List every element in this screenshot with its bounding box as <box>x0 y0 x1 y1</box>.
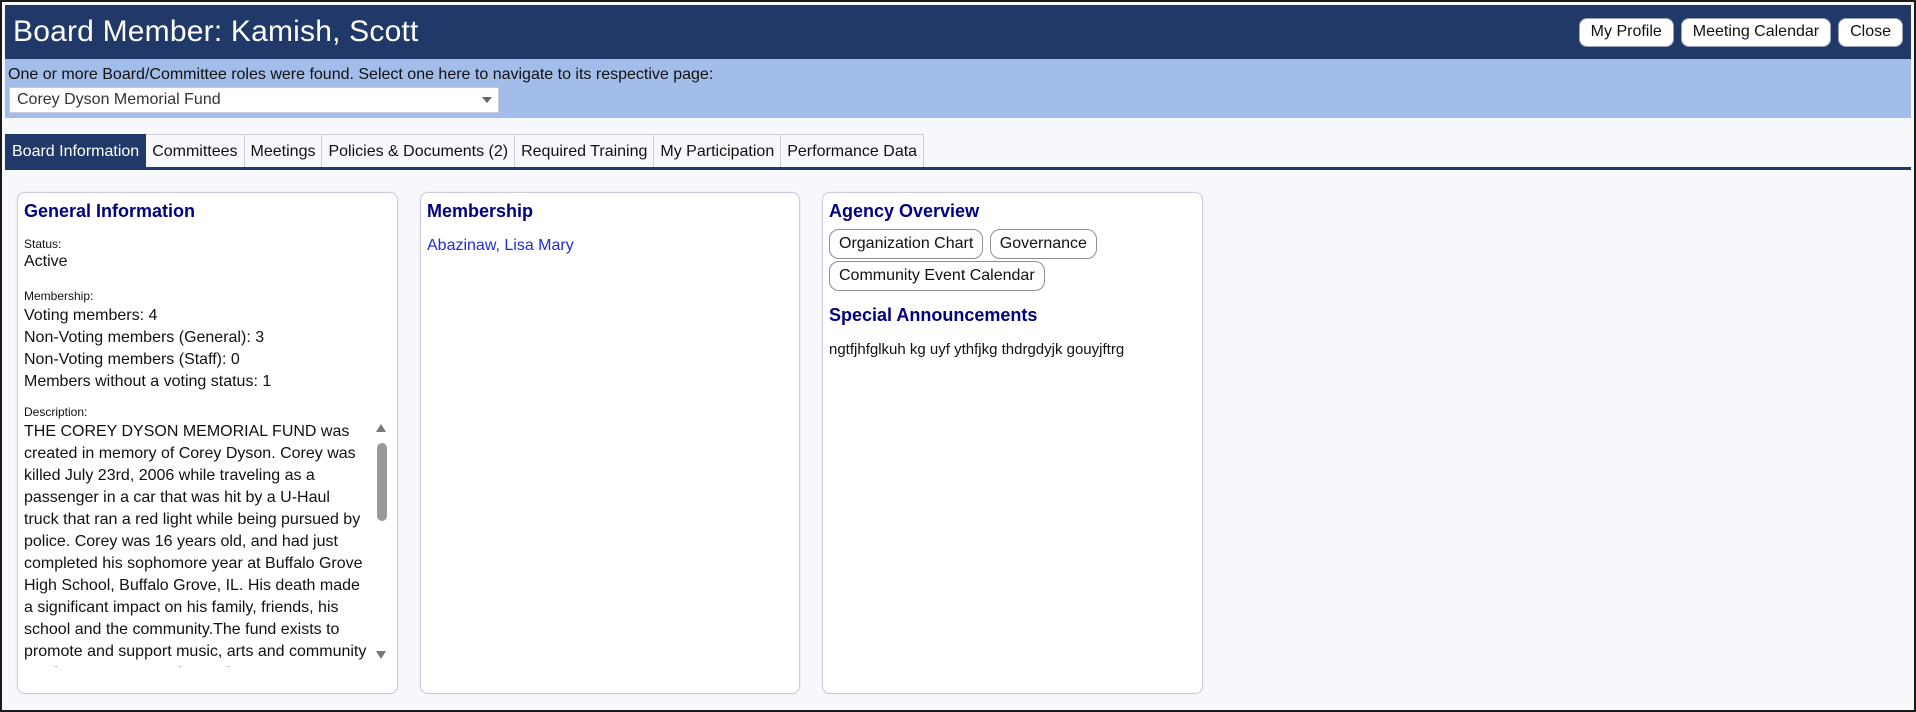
role-select[interactable]: Corey Dyson Memorial Fund <box>9 87 499 113</box>
chevron-down-icon <box>482 97 492 103</box>
tab-my-participation[interactable]: My Participation <box>654 134 782 168</box>
status-label: Status: <box>24 237 62 251</box>
agency-overview-panel: Agency Overview Organization Chart Gover… <box>822 192 1203 694</box>
membership-panel: Membership Abazinaw, Lisa Mary <box>420 192 800 694</box>
tab-committees[interactable]: Committees <box>146 134 245 168</box>
special-announcements-heading: Special Announcements <box>829 305 1038 325</box>
tab-policies-documents[interactable]: Policies & Documents (2) <box>322 134 516 168</box>
members-without-status: Members without a voting status: 1 <box>24 373 272 390</box>
header-actions: My Profile Meeting Calendar Close <box>1578 17 1911 47</box>
nonvoting-staff: Non-Voting members (Staff): 0 <box>24 351 240 368</box>
description-text: THE COREY DYSON MEMORIAL FUND was create… <box>24 423 367 667</box>
governance-button[interactable]: Governance <box>989 229 1097 259</box>
membership-label: Membership: <box>24 289 94 303</box>
announcement-text: ngtfjhfglkuh kg uyf ythfjkg thdrgdyjk go… <box>829 341 1125 358</box>
page-title: Board Member: Kamish, Scott <box>13 15 419 48</box>
community-event-calendar-button[interactable]: Community Event Calendar <box>829 261 1045 291</box>
my-profile-button[interactable]: My Profile <box>1578 17 1674 47</box>
tab-underline <box>5 167 1911 170</box>
page-header: Board Member: Kamish, Scott My Profile M… <box>5 5 1911 59</box>
tab-performance-data[interactable]: Performance Data <box>781 134 925 168</box>
description-label: Description: <box>24 405 88 419</box>
role-selector-message: One or more Board/Committee roles were f… <box>8 66 714 83</box>
meeting-calendar-button[interactable]: Meeting Calendar <box>1680 17 1832 47</box>
agency-overview-heading: Agency Overview <box>829 201 980 221</box>
organization-chart-button[interactable]: Organization Chart <box>829 229 984 259</box>
scroll-thumb[interactable] <box>377 443 387 521</box>
voting-members: Voting members: 4 <box>24 307 158 324</box>
role-selector-bar: One or more Board/Committee roles were f… <box>5 59 1911 118</box>
description-scroll-area[interactable]: THE COREY DYSON MEMORIAL FUND was create… <box>24 421 389 667</box>
general-information-heading: General Information <box>24 201 196 221</box>
tab-required-training[interactable]: Required Training <box>515 134 655 168</box>
description-scrollbar[interactable] <box>373 421 389 667</box>
tab-board-information[interactable]: Board Information <box>5 134 147 168</box>
scroll-up-icon[interactable] <box>376 424 386 432</box>
role-select-value: Corey Dyson Memorial Fund <box>17 91 221 108</box>
agency-links: Organization Chart Governance Community … <box>829 229 1119 293</box>
general-information-panel: General Information Status: Active Membe… <box>17 192 398 694</box>
nonvoting-general: Non-Voting members (General): 3 <box>24 329 265 346</box>
membership-heading: Membership <box>427 201 534 221</box>
member-link[interactable]: Abazinaw, Lisa Mary <box>427 237 574 255</box>
status-value: Active <box>24 253 68 270</box>
scroll-down-icon[interactable] <box>376 651 386 659</box>
tab-bar: Board Information Committees Meetings Po… <box>5 134 925 168</box>
close-button[interactable]: Close <box>1838 17 1903 47</box>
tab-meetings[interactable]: Meetings <box>244 134 323 168</box>
